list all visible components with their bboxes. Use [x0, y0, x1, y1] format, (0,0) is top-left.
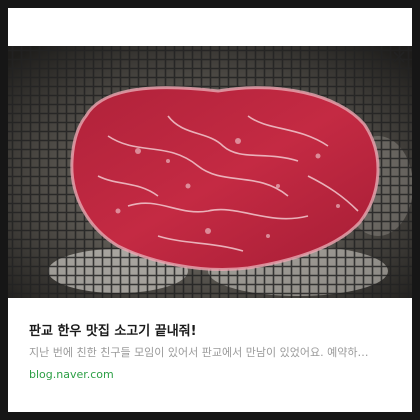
close-icon [393, 51, 405, 63]
beef-steak-image [8, 46, 412, 298]
popup-frame: 판교 한우 맛집 소고기 끝내줘! 지난 번에 친한 친구들 모임이 있어서 판… [8, 8, 412, 412]
close-button[interactable] [386, 44, 412, 70]
link-preview-card[interactable]: 판교 한우 맛집 소고기 끝내줘! 지난 번에 친한 친구들 모임이 있어서 판… [8, 298, 412, 412]
preview-image[interactable] [8, 46, 412, 298]
card-description: 지난 번에 친한 친구들 모임이 있어서 판교에서 만남이 있었어요. 예약하… [29, 346, 369, 359]
card-domain[interactable]: blog.naver.com [29, 368, 114, 381]
card-title[interactable]: 판교 한우 맛집 소고기 끝내줘! [29, 320, 399, 339]
